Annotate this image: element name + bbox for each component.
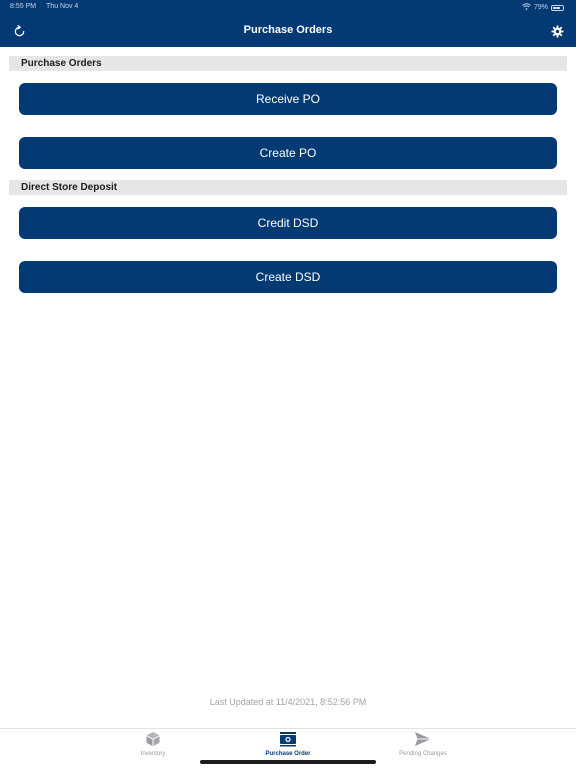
home-indicator bbox=[200, 760, 376, 764]
tab-label: Pending Changes bbox=[399, 751, 447, 757]
battery-icon bbox=[551, 4, 564, 11]
last-updated-text: Last Updated at 11/4/2021, 8:52:56 PM bbox=[209, 697, 367, 707]
navigation-bar: 8:55 PM Thu Nov 4 79% Purchase Orders bbox=[0, 0, 576, 47]
receive-po-button[interactable]: Receive PO bbox=[19, 83, 557, 115]
battery-percent: 79% bbox=[533, 4, 548, 11]
send-icon bbox=[363, 731, 483, 749]
credit-dsd-button[interactable]: Credit DSD bbox=[19, 207, 557, 239]
create-po-button[interactable]: Create PO bbox=[19, 137, 557, 169]
status-date: Thu Nov 4 bbox=[46, 3, 79, 10]
battery-level bbox=[553, 6, 561, 9]
status-time: 8:55 PM bbox=[10, 3, 37, 10]
tab-label: Purchase Order bbox=[265, 751, 311, 757]
status-bar: 8:55 PM Thu Nov 4 79% bbox=[0, 0, 576, 14]
create-dsd-button[interactable]: Create DSD bbox=[19, 261, 557, 293]
wifi-icon bbox=[522, 3, 531, 12]
tab-inventory[interactable]: Inventory bbox=[93, 731, 213, 761]
section-header-direct-store-deposit: Direct Store Deposit bbox=[9, 180, 567, 195]
money-icon bbox=[228, 731, 348, 749]
page-title: Purchase Orders bbox=[243, 24, 333, 36]
box-icon bbox=[93, 731, 213, 749]
section-header-purchase-orders: Purchase Orders bbox=[9, 56, 567, 71]
tab-label: Inventory bbox=[140, 751, 166, 757]
tab-purchase-order[interactable]: Purchase Order bbox=[228, 731, 348, 761]
gear-icon bbox=[550, 24, 564, 38]
tab-pending-changes[interactable]: Pending Changes bbox=[363, 731, 483, 761]
settings-button[interactable] bbox=[548, 22, 566, 40]
